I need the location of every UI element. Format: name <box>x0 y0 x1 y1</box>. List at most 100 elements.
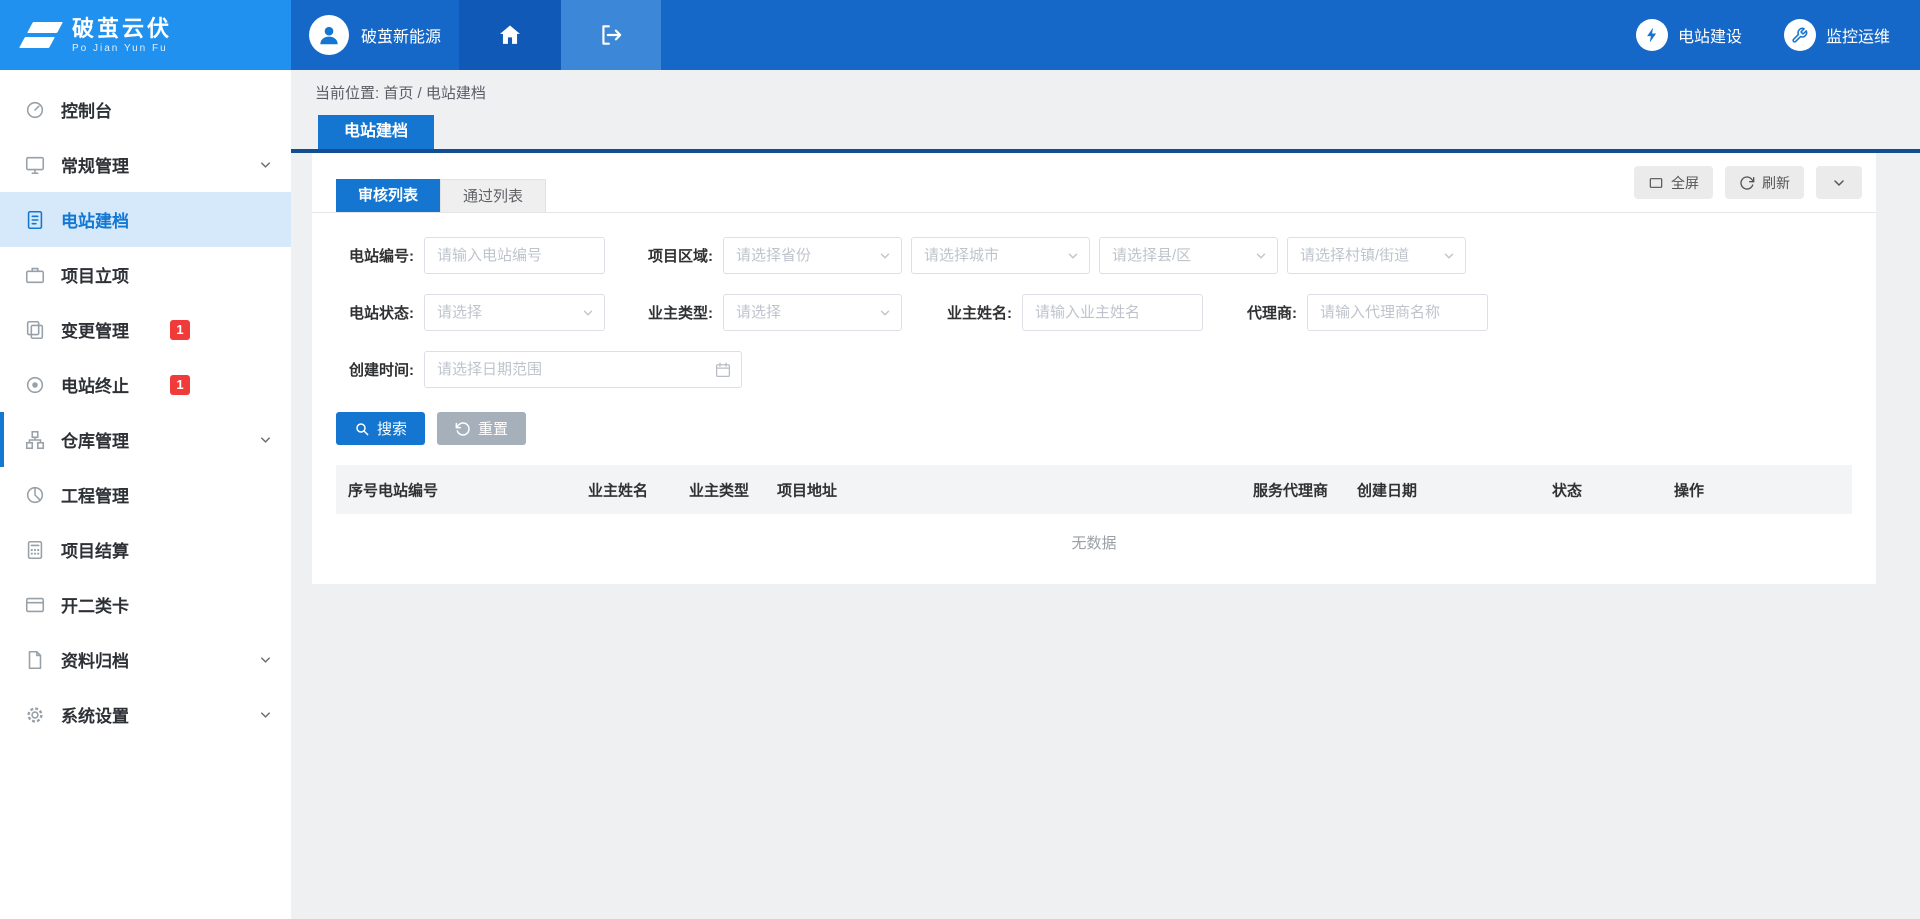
sidebar-item-station-termination[interactable]: 电站终止 1 <box>0 357 291 412</box>
sidebar-item-project-initiation[interactable]: 项目立项 <box>0 247 291 302</box>
logout-icon <box>598 22 624 48</box>
chevron-down-icon <box>258 652 273 667</box>
form-row-3: 创建时间: <box>336 351 1852 388</box>
page-tab-station-archive[interactable]: 电站建档 <box>318 115 434 149</box>
owner-name-input[interactable] <box>1022 294 1203 331</box>
breadcrumb-home[interactable]: 首页 <box>383 85 413 102</box>
sidebar-item-label: 仓库管理 <box>61 427 129 452</box>
briefcase-icon <box>24 264 46 286</box>
app-logo[interactable]: 破茧云伏 Po Jian Yun Fu <box>0 0 291 70</box>
owner-type-select-input[interactable] <box>724 295 901 330</box>
breadcrumb: 当前位置: 首页 / 电站建档 <box>291 70 1920 100</box>
agent-input[interactable] <box>1307 294 1488 331</box>
chevron-down-icon <box>1831 175 1847 191</box>
sidebar-item-warehouse-mgmt[interactable]: 仓库管理 <box>0 412 291 467</box>
nav-station-construction[interactable]: 电站建设 <box>1636 19 1742 51</box>
col-index: 序号 <box>348 479 378 500</box>
col-address: 项目地址 <box>777 479 837 500</box>
sidebar-item-general-mgmt[interactable]: 常规管理 <box>0 137 291 192</box>
sidebar-item-change-mgmt[interactable]: 变更管理 1 <box>0 302 291 357</box>
fullscreen-label: 全屏 <box>1671 173 1699 193</box>
document-icon <box>24 209 46 231</box>
province-select-input[interactable] <box>724 238 901 273</box>
city-select-input[interactable] <box>912 238 1089 273</box>
main-content: 当前位置: 首页 / 电站建档 电站建档 审核列表 通过列表 全屏 <box>291 70 1920 919</box>
form-row-2: 电站状态: 业主类型: 业主姓名: 代理商: <box>336 294 1852 331</box>
chevron-down-icon <box>258 432 273 447</box>
station-no-input[interactable] <box>424 237 605 274</box>
sidebar-item-label: 项目立项 <box>61 262 129 287</box>
user-menu[interactable]: 破茧新能源 <box>291 0 459 70</box>
header-nav: 电站建设 监控运维 <box>1636 0 1920 70</box>
reset-button[interactable]: 重置 <box>437 412 526 445</box>
col-owner-type: 业主类型 <box>689 479 749 500</box>
sidebar-item-open-card[interactable]: 开二类卡 <box>0 577 291 632</box>
city-select[interactable] <box>911 237 1090 274</box>
date-range-picker[interactable] <box>424 351 742 388</box>
province-select[interactable] <box>723 237 902 274</box>
town-select-input[interactable] <box>1288 238 1465 273</box>
sidebar: 控制台 常规管理 电站建档 项目立项 变更管理 1 电站终止 1 <box>0 70 291 919</box>
sidebar-item-system-settings[interactable]: 系统设置 <box>0 687 291 742</box>
sidebar-item-label: 项目结算 <box>61 537 129 562</box>
card-icon <box>24 594 46 616</box>
content-panel: 审核列表 通过列表 全屏 刷新 <box>312 153 1876 584</box>
list-tabs: 审核列表 通过列表 <box>336 179 546 212</box>
col-agent: 服务代理商 <box>1253 479 1328 500</box>
monitor-icon <box>24 154 46 176</box>
calculator-icon <box>24 539 46 561</box>
owner-name-label: 业主姓名: <box>934 302 1022 323</box>
sidebar-item-label: 电站终止 <box>61 372 129 397</box>
county-select-input[interactable] <box>1100 238 1277 273</box>
home-icon <box>497 22 523 48</box>
date-range-input[interactable] <box>425 352 741 387</box>
breadcrumb-label: 当前位置: <box>315 85 379 102</box>
panel-tools: 全屏 刷新 <box>1634 166 1862 199</box>
station-status-label: 电站状态: <box>336 302 424 323</box>
town-select[interactable] <box>1287 237 1466 274</box>
avatar <box>309 15 349 55</box>
refresh-button[interactable]: 刷新 <box>1725 166 1804 199</box>
collapse-button[interactable] <box>1816 166 1862 199</box>
sidebar-item-project-settlement[interactable]: 项目结算 <box>0 522 291 577</box>
empty-state: 无数据 <box>312 514 1876 570</box>
sidebar-item-label: 电站建档 <box>61 207 129 232</box>
logo-title: 破茧云伏 <box>72 17 172 41</box>
fullscreen-button[interactable]: 全屏 <box>1634 166 1713 199</box>
refresh-icon <box>1739 175 1755 191</box>
notification-badge: 1 <box>170 375 190 395</box>
county-select[interactable] <box>1099 237 1278 274</box>
breadcrumb-separator: / <box>418 85 422 102</box>
search-button[interactable]: 搜索 <box>336 412 425 445</box>
nav-label: 电站建设 <box>1678 23 1742 47</box>
col-owner-name: 业主姓名 <box>588 479 648 500</box>
sidebar-item-label: 变更管理 <box>61 317 129 342</box>
fullscreen-icon <box>1648 175 1664 191</box>
chevron-down-icon <box>258 707 273 722</box>
pie-chart-icon <box>24 484 46 506</box>
sidebar-item-engineering-mgmt[interactable]: 工程管理 <box>0 467 291 522</box>
owner-type-select[interactable] <box>723 294 902 331</box>
reset-label: 重置 <box>478 418 508 439</box>
refresh-label: 刷新 <box>1762 173 1790 193</box>
station-status-select[interactable] <box>424 294 605 331</box>
nav-monitoring-ops[interactable]: 监控运维 <box>1784 19 1890 51</box>
tab-review-list[interactable]: 审核列表 <box>336 179 440 212</box>
breadcrumb-current: 电站建档 <box>426 85 486 102</box>
region-label: 项目区域: <box>635 245 723 266</box>
copy-icon <box>24 319 46 341</box>
nav-label: 监控运维 <box>1826 23 1890 47</box>
search-icon <box>354 421 370 437</box>
sidebar-item-station-archive[interactable]: 电站建档 <box>0 192 291 247</box>
sidebar-item-data-archive[interactable]: 资料归档 <box>0 632 291 687</box>
sidebar-item-label: 常规管理 <box>61 152 129 177</box>
app-header: 破茧云伏 Po Jian Yun Fu 破茧新能源 电站建设 <box>0 0 1920 70</box>
col-actions: 操作 <box>1674 479 1704 500</box>
station-status-select-input[interactable] <box>425 295 604 330</box>
home-button[interactable] <box>459 0 561 70</box>
tab-passed-list[interactable]: 通过列表 <box>440 179 546 212</box>
reset-icon <box>455 421 471 437</box>
logout-button[interactable] <box>561 0 661 70</box>
sidebar-item-label: 工程管理 <box>61 482 129 507</box>
sidebar-item-dashboard[interactable]: 控制台 <box>0 82 291 137</box>
